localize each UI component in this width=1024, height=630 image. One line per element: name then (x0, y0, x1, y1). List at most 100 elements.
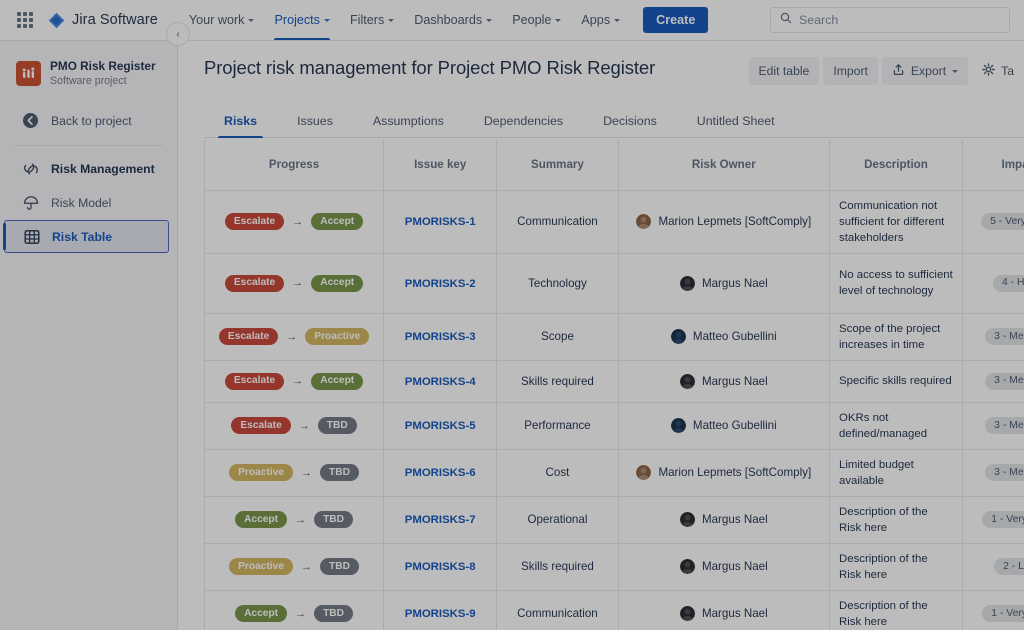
project-header[interactable]: PMO Risk Register Software project (0, 55, 177, 88)
cell-impact[interactable]: 3 - Medium (962, 449, 1024, 496)
import-button[interactable]: Import (823, 57, 878, 85)
cell-issue-key[interactable]: PMORISKS-6 (384, 449, 497, 496)
cell-impact[interactable]: 1 - Very Low (962, 590, 1024, 630)
tab-issues[interactable]: Issues (277, 107, 353, 137)
sidebar-item-risk-model[interactable]: Risk Model (4, 186, 169, 219)
export-button[interactable]: Export (882, 57, 968, 85)
status-badge-to[interactable]: TBD (314, 605, 353, 622)
cell-summary[interactable]: Communication (497, 190, 618, 253)
status-badge-to[interactable]: Proactive (305, 328, 369, 345)
cell-progress[interactable]: Escalate→Accept (205, 253, 384, 313)
sidebar-item-risk-table[interactable]: Risk Table (4, 220, 169, 253)
status-badge-from[interactable]: Escalate (219, 328, 278, 345)
cell-issue-key[interactable]: PMORISKS-3 (384, 313, 497, 360)
cell-issue-key[interactable]: PMORISKS-7 (384, 496, 497, 543)
nav-item-projects[interactable]: Projects (265, 0, 339, 40)
app-switcher-icon[interactable] (14, 9, 36, 31)
table-settings-button[interactable]: Ta (972, 57, 1024, 85)
cell-issue-key[interactable]: PMORISKS-5 (384, 402, 497, 449)
table-row[interactable]: Escalate→AcceptPMORISKS-1CommunicationMa… (205, 190, 1024, 253)
cell-progress[interactable]: Accept→TBD (205, 496, 384, 543)
cell-description[interactable]: Specific skills required (830, 360, 963, 402)
sidebar-collapse-button[interactable]: ‹ (166, 22, 190, 46)
cell-summary[interactable]: Skills required (497, 543, 618, 590)
cell-description[interactable]: Description of the Risk here (830, 543, 963, 590)
table-row[interactable]: Accept→TBDPMORISKS-7OperationalMargus Na… (205, 496, 1024, 543)
cell-risk-owner[interactable]: Matteo Gubellini (618, 402, 829, 449)
tab-risks[interactable]: Risks (204, 107, 277, 137)
cell-issue-key[interactable]: PMORISKS-8 (384, 543, 497, 590)
cell-description[interactable]: Communication not sufficient for differe… (830, 190, 963, 253)
status-badge-to[interactable]: Accept (311, 275, 363, 292)
cell-risk-owner[interactable]: Margus Nael (618, 360, 829, 402)
issue-key-link[interactable]: PMORISKS-7 (405, 514, 476, 526)
cell-summary[interactable]: Scope (497, 313, 618, 360)
cell-impact[interactable]: 5 - Very High (962, 190, 1024, 253)
status-badge-from[interactable]: Proactive (229, 464, 293, 481)
cell-risk-owner[interactable]: Marion Lepmets [SoftComply] (618, 190, 829, 253)
cell-issue-key[interactable]: PMORISKS-1 (384, 190, 497, 253)
cell-summary[interactable]: Communication (497, 590, 618, 630)
issue-key-link[interactable]: PMORISKS-4 (405, 376, 476, 388)
cell-progress[interactable]: Escalate→TBD (205, 402, 384, 449)
issue-key-link[interactable]: PMORISKS-3 (405, 331, 476, 343)
cell-risk-owner[interactable]: Matteo Gubellini (618, 313, 829, 360)
issue-key-link[interactable]: PMORISKS-2 (405, 278, 476, 290)
cell-description[interactable]: OKRs not defined/managed (830, 402, 963, 449)
column-header-impact[interactable]: Impact (962, 140, 1024, 190)
cell-progress[interactable]: Accept→TBD (205, 590, 384, 630)
sidebar-item-risk-management[interactable]: Risk Management (4, 152, 169, 185)
table-row[interactable]: Escalate→AcceptPMORISKS-4Skills required… (205, 360, 1024, 402)
table-row[interactable]: Proactive→TBDPMORISKS-8Skills requiredMa… (205, 543, 1024, 590)
tab-assumptions[interactable]: Assumptions (353, 107, 464, 137)
column-header-progress[interactable]: Progress (205, 140, 384, 190)
table-row[interactable]: Escalate→AcceptPMORISKS-2TechnologyMargu… (205, 253, 1024, 313)
cell-description[interactable]: Description of the Risk here (830, 496, 963, 543)
issue-key-link[interactable]: PMORISKS-5 (405, 420, 476, 432)
edit-table-button[interactable]: Edit table (749, 57, 820, 85)
table-row[interactable]: Escalate→Proactive PMORISKS-3 ScopeMatteo … (205, 313, 1024, 360)
cell-issue-key[interactable]: PMORISKS-4 (384, 360, 497, 402)
column-header-risk-owner[interactable]: Risk Owner (618, 140, 829, 190)
issue-key-link[interactable]: PMORISKS-9 (405, 608, 476, 620)
column-header-issue-key[interactable]: Issue key (384, 140, 497, 190)
nav-item-dashboards[interactable]: Dashboards (405, 0, 501, 40)
tab-untitled-sheet[interactable]: Untitled Sheet (677, 107, 795, 137)
cell-progress[interactable]: Escalate→Proactive (205, 313, 384, 360)
cell-impact[interactable]: 3 - Medium (962, 402, 1024, 449)
cell-risk-owner[interactable]: Margus Nael (618, 590, 829, 630)
cell-impact[interactable]: 1 - Very Low (962, 496, 1024, 543)
column-header-description[interactable]: Description (830, 140, 963, 190)
nav-item-apps[interactable]: Apps (572, 0, 629, 40)
status-badge-to[interactable]: Accept (311, 373, 363, 390)
cell-progress[interactable]: Escalate→Accept (205, 190, 384, 253)
search-input[interactable] (799, 13, 1000, 27)
status-badge-from[interactable]: Escalate (225, 275, 284, 292)
status-badge-to[interactable]: TBD (318, 417, 357, 434)
nav-item-your-work[interactable]: Your work (180, 0, 264, 40)
cell-issue-key[interactable]: PMORISKS-2 (384, 253, 497, 313)
table-row[interactable]: Proactive→TBDPMORISKS-6CostMarion Lepmet… (205, 449, 1024, 496)
cell-description[interactable]: No access to sufficient level of technol… (830, 253, 963, 313)
table-row[interactable]: Accept→TBD PMORISKS-9 CommunicationMargus … (205, 590, 1024, 630)
sidebar-item-back-to-project[interactable]: Back to project (4, 104, 169, 137)
cell-impact[interactable]: 3 - Medium (962, 360, 1024, 402)
status-badge-to[interactable]: TBD (314, 511, 353, 528)
cell-risk-owner[interactable]: Margus Nael (618, 496, 829, 543)
status-badge-from[interactable]: Escalate (225, 213, 284, 230)
cell-summary[interactable]: Performance (497, 402, 618, 449)
issue-key-link[interactable]: PMORISKS-6 (405, 467, 476, 479)
jira-brand-logo[interactable]: Jira Software (48, 12, 158, 29)
status-badge-to[interactable]: TBD (320, 558, 359, 575)
table-row[interactable]: Escalate→TBD PMORISKS-5 PerformanceMatteo … (205, 402, 1024, 449)
status-badge-to[interactable]: TBD (320, 464, 359, 481)
cell-risk-owner[interactable]: Margus Nael (618, 253, 829, 313)
status-badge-from[interactable]: Escalate (231, 417, 290, 434)
status-badge-to[interactable]: Accept (311, 213, 363, 230)
cell-progress[interactable]: Escalate→Accept (205, 360, 384, 402)
cell-impact[interactable]: 2 - Low (962, 543, 1024, 590)
cell-impact[interactable]: 3 - Medium (962, 313, 1024, 360)
cell-progress[interactable]: Proactive→TBD (205, 543, 384, 590)
cell-description[interactable]: Limited budget available (830, 449, 963, 496)
issue-key-link[interactable]: PMORISKS-8 (405, 561, 476, 573)
